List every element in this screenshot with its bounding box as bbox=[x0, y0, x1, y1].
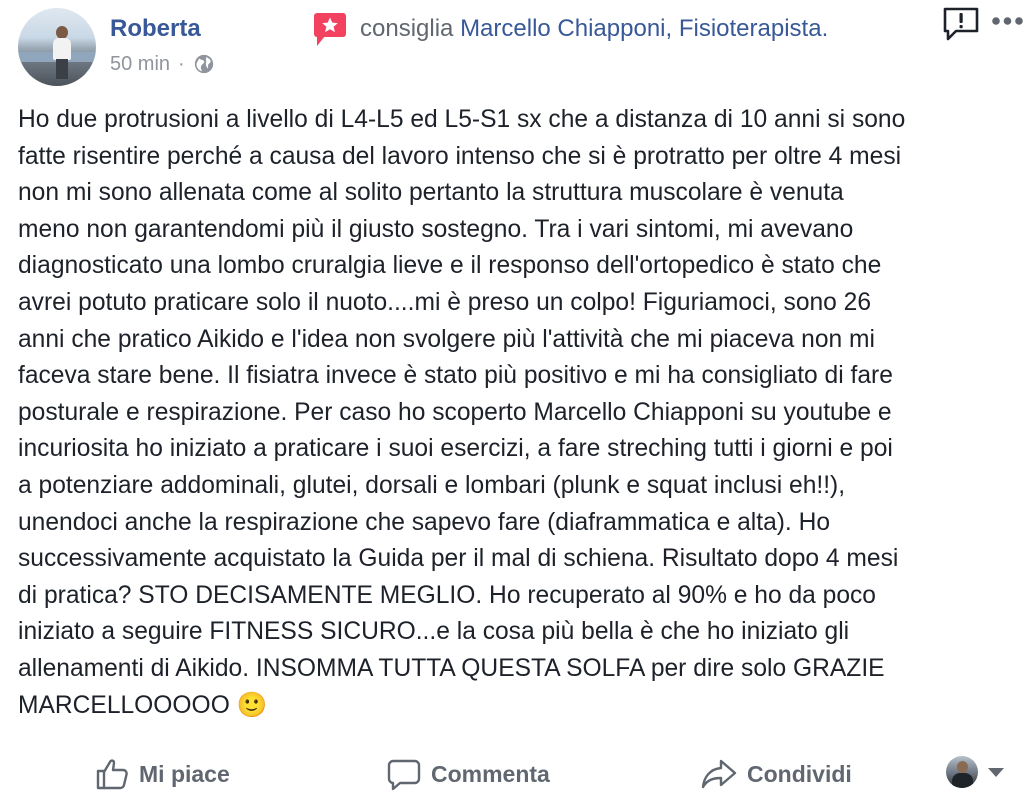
speech-bubble-icon bbox=[387, 759, 421, 791]
chevron-down-icon bbox=[988, 767, 1004, 777]
share-arrow-icon bbox=[701, 759, 737, 789]
comment-button[interactable]: Commenta bbox=[387, 756, 550, 792]
more-options-icon[interactable] bbox=[991, 15, 1024, 27]
share-button[interactable]: Condividi bbox=[701, 756, 852, 792]
share-label: Condividi bbox=[747, 760, 852, 787]
recommendation-line: consiglia Marcello Chiapponi, Fisioterap… bbox=[360, 14, 828, 44]
meta-separator: · bbox=[178, 52, 185, 75]
like-button[interactable]: Mi piace bbox=[95, 756, 230, 792]
author-avatar[interactable] bbox=[18, 8, 96, 86]
report-icon[interactable] bbox=[942, 6, 980, 42]
post-action-bar: Mi piace Commenta Condividi bbox=[0, 748, 1024, 803]
recommend-verb: consiglia bbox=[360, 15, 454, 42]
recommend-flag-icon bbox=[314, 13, 346, 46]
author-name[interactable]: Roberta bbox=[110, 14, 201, 44]
post-timestamp[interactable]: 50 min bbox=[110, 53, 170, 76]
post-as-selector[interactable] bbox=[946, 756, 1004, 788]
post-header: Roberta 50 min · consiglia Marcello Chia… bbox=[0, 0, 1024, 90]
thumbs-up-icon bbox=[96, 759, 128, 790]
post-body-text: Ho due protrusioni a livello di L4-L5 ed… bbox=[18, 106, 906, 719]
comment-label: Commenta bbox=[431, 760, 550, 787]
like-label: Mi piace bbox=[139, 760, 230, 787]
viewer-avatar bbox=[946, 756, 978, 788]
recommended-page-link[interactable]: Marcello Chiapponi, Fisioterapista. bbox=[460, 15, 828, 42]
globe-icon[interactable] bbox=[193, 53, 215, 75]
post-meta: 50 min · bbox=[110, 51, 215, 77]
